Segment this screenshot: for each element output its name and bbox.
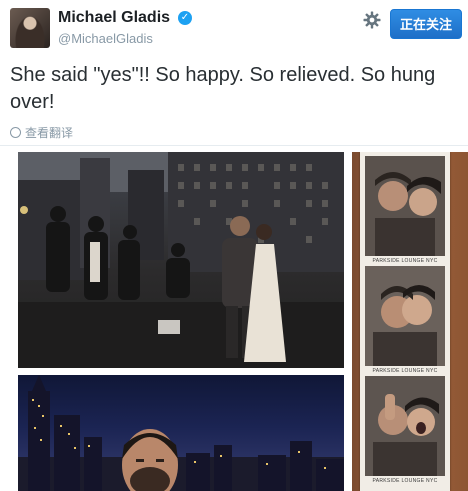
avatar[interactable] [10,8,50,48]
following-button[interactable]: 正在关注 [390,9,462,39]
tweet-photo-photobooth-strip[interactable]: PARKSIDE LOUNGE NYC PARKSIDE LOUNGE NYC [352,152,468,491]
divider [0,145,468,146]
photobooth-label-2: PARKSIDE LOUNGE NYC [372,368,438,374]
photobooth-label-3: PARKSIDE LOUNGE NYC [372,478,438,484]
tweet-photo-skyline[interactable] [18,375,344,491]
rooftop-scene-illustration [18,152,344,368]
photobooth-frame-3 [365,376,445,476]
settings-gear-icon[interactable] [362,10,382,30]
display-name[interactable]: Michael Gladis [58,9,170,27]
photobooth-strip: PARKSIDE LOUNGE NYC PARKSIDE LOUNGE NYC [360,152,450,491]
tweet-photo-rooftop[interactable] [18,152,344,368]
photobooth-label-1: PARKSIDE LOUNGE NYC [372,258,438,264]
user-handle[interactable]: @MichaelGladis [58,31,153,46]
photobooth-frame-2 [365,266,445,366]
translate-link[interactable]: 查看翻译 [10,124,73,141]
verified-badge-icon: ✓ [178,11,192,25]
photobooth-frame-1 [365,156,445,256]
translate-label: 查看翻译 [25,126,74,140]
skyline-scene-illustration [18,375,344,491]
tweet-text: She said "yes"!! So happy. So relieved. … [10,64,436,113]
translate-icon [10,127,21,138]
